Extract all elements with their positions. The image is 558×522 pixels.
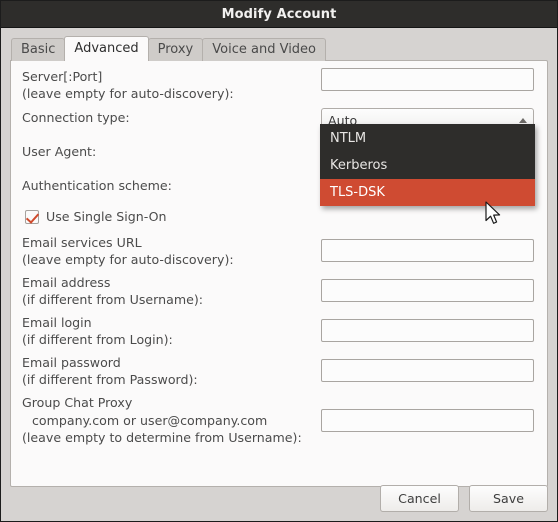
email-password-input[interactable] xyxy=(321,359,534,382)
save-button[interactable]: Save xyxy=(469,485,548,512)
tab-voice-and-video-label: Voice and Video xyxy=(212,42,317,57)
email-services-url-field-slot xyxy=(321,239,534,262)
tab-basic-label: Basic xyxy=(21,42,56,57)
email-services-url-input[interactable] xyxy=(321,239,534,262)
cancel-button[interactable]: Cancel xyxy=(380,485,459,512)
user-agent-label-group: User Agent: xyxy=(22,143,96,161)
connection-type-dropdown-popup[interactable]: NTLM Kerberos TLS-DSK xyxy=(320,124,535,206)
tab-strip: Basic Advanced Proxy Voice and Video xyxy=(11,36,548,61)
cancel-button-label: Cancel xyxy=(398,491,441,506)
tab-proxy[interactable]: Proxy xyxy=(147,38,204,61)
group-chat-proxy-label-line1: Group Chat Proxy xyxy=(22,395,133,410)
dropdown-option-kerberos[interactable]: Kerberos xyxy=(320,152,535,179)
email-services-url-label-group: Email services URL (leave empty for auto… xyxy=(22,234,234,268)
server-input[interactable] xyxy=(321,68,534,91)
email-address-field-slot xyxy=(321,279,534,302)
group-chat-proxy-field-slot xyxy=(321,409,534,432)
email-address-input[interactable] xyxy=(321,279,534,302)
dropdown-option-tls-dsk-label: TLS-DSK xyxy=(330,185,385,200)
dialog-body: Basic Advanced Proxy Voice and Video Ser… xyxy=(1,28,557,521)
connection-type-label: Connection type: xyxy=(22,110,130,125)
email-password-label-group: Email password (if different from Passwo… xyxy=(22,354,198,388)
tab-basic[interactable]: Basic xyxy=(11,38,66,61)
group-chat-proxy-label-group: Group Chat Proxy company.com or user@com… xyxy=(22,394,302,447)
dialog-footer: Cancel Save xyxy=(380,485,548,512)
user-agent-label: User Agent: xyxy=(22,144,97,159)
email-login-input[interactable] xyxy=(321,319,534,342)
email-address-label: Email address (if different from Usernam… xyxy=(22,275,204,307)
dropdown-option-ntlm-label: NTLM xyxy=(330,131,367,146)
single-sign-on-label: Use Single Sign-On xyxy=(46,209,167,224)
single-sign-on-row[interactable]: Use Single Sign-On xyxy=(25,209,167,224)
chevron-up-icon xyxy=(519,117,527,123)
dropdown-option-tls-dsk[interactable]: TLS-DSK xyxy=(320,179,535,206)
auth-scheme-label-group: Authentication scheme: xyxy=(22,177,172,195)
email-address-label-group: Email address (if different from Usernam… xyxy=(22,274,203,308)
group-chat-proxy-label-line2: company.com or user@company.com xyxy=(32,412,268,428)
server-field-slot xyxy=(321,68,534,91)
tab-advanced[interactable]: Advanced xyxy=(64,36,149,61)
advanced-tab-panel: Server[:Port] (leave empty for auto-disc… xyxy=(10,60,548,487)
server-label-group: Server[:Port] (leave empty for auto-disc… xyxy=(22,68,234,102)
email-password-label: Email password (if different from Passwo… xyxy=(22,355,198,387)
email-login-field-slot xyxy=(321,319,534,342)
email-login-label: Email login (if different from Login): xyxy=(22,315,173,347)
group-chat-proxy-label-line3: (leave empty to determine from Username)… xyxy=(22,430,302,445)
email-services-url-label: Email services URL (leave empty for auto… xyxy=(22,235,234,267)
email-login-label-group: Email login (if different from Login): xyxy=(22,314,173,348)
tab-voice-and-video[interactable]: Voice and Video xyxy=(202,38,327,61)
tab-proxy-label: Proxy xyxy=(157,42,194,57)
dropdown-option-ntlm[interactable]: NTLM xyxy=(320,125,535,152)
dropdown-option-kerberos-label: Kerberos xyxy=(330,158,388,173)
group-chat-proxy-input[interactable] xyxy=(321,409,534,432)
connection-type-label-group: Connection type: xyxy=(22,109,130,127)
server-label: Server[:Port] (leave empty for auto-disc… xyxy=(22,69,234,101)
tab-advanced-label: Advanced xyxy=(74,41,139,56)
save-button-label: Save xyxy=(493,491,524,506)
window-title: Modify Account xyxy=(221,6,337,22)
title-bar: Modify Account xyxy=(1,1,557,28)
modify-account-dialog: Modify Account Basic Advanced Proxy Voic… xyxy=(0,0,558,522)
single-sign-on-checkbox[interactable] xyxy=(25,209,39,224)
email-password-field-slot xyxy=(321,359,534,382)
auth-scheme-label: Authentication scheme: xyxy=(22,178,172,193)
